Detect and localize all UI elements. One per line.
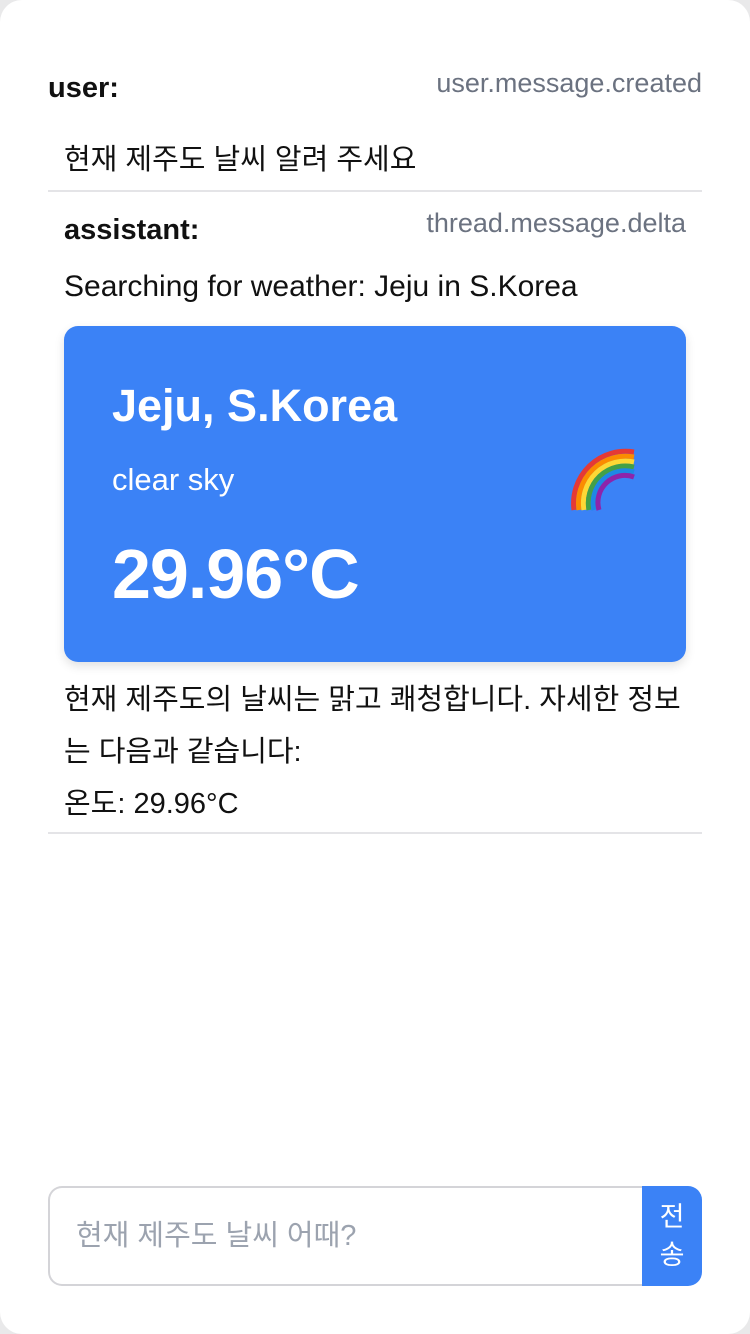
weather-description: clear sky xyxy=(112,462,235,497)
assistant-reply: 현재 제주도의 날씨는 맑고 쾌청합니다. 자세한 정보는 다음과 같습니다: … xyxy=(64,674,686,830)
message-header: assistant: thread.message.delta xyxy=(64,208,686,262)
message-role: assistant: xyxy=(64,214,200,246)
rainbow-icon xyxy=(571,448,635,511)
message-composer: 전송 xyxy=(48,1186,702,1286)
user-message: user: user.message.created 현재 제주도 날씨 알려 … xyxy=(48,48,702,192)
message-role: user: xyxy=(48,72,119,104)
message-event-type: user.message.created xyxy=(436,68,702,98)
reply-summary: 현재 제주도의 날씨는 맑고 쾌청합니다. 자세한 정보는 다음과 같습니다: xyxy=(64,684,681,768)
send-button[interactable]: 전송 xyxy=(642,1186,702,1286)
tool-status-text: Searching for weather: Jeju in S.Korea xyxy=(64,270,578,303)
message-text: 현재 제주도 날씨 알려 주세요 xyxy=(64,144,417,176)
assistant-message: assistant: thread.message.delta Searchin… xyxy=(48,192,702,834)
message-input[interactable] xyxy=(48,1186,642,1286)
message-thread: user: user.message.created 현재 제주도 날씨 알려 … xyxy=(48,48,702,834)
weather-city: Jeju, S.Korea xyxy=(112,380,398,431)
reply-temperature: 온도: 29.96°C xyxy=(64,788,239,820)
app-frame: user: user.message.created 현재 제주도 날씨 알려 … xyxy=(0,0,750,1334)
message-event-type: thread.message.delta xyxy=(426,208,686,238)
weather-temperature: 29.96°C xyxy=(112,535,360,613)
weather-card: Jeju, S.Korea clear sky 29.96°C xyxy=(64,326,686,662)
